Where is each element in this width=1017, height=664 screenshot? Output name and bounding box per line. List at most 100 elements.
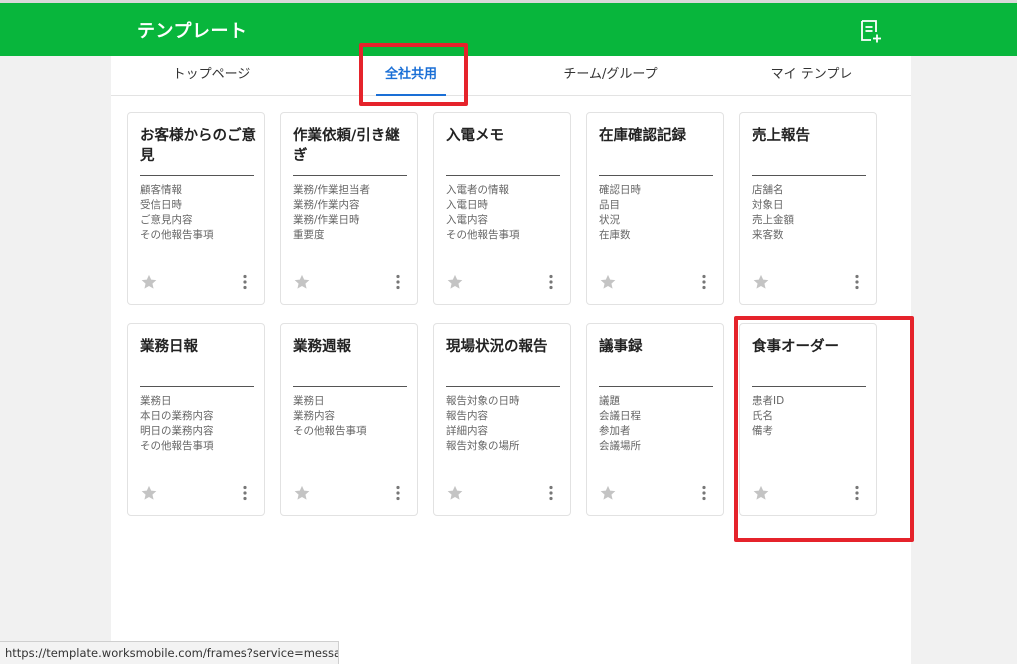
template-field: その他報告事項 — [140, 440, 214, 452]
template-field-list: 店舗名対象日売上金額来客数 — [752, 183, 870, 243]
card-divider — [599, 175, 713, 176]
card-divider — [293, 175, 407, 176]
template-field: 在庫数 — [599, 229, 631, 241]
template-field: 顧客情報 — [140, 184, 182, 196]
template-card[interactable]: 在庫確認記録 確認日時 品目 状況 在庫数 — [586, 112, 724, 305]
card-divider — [140, 386, 254, 387]
star-icon[interactable] — [293, 273, 311, 291]
more-vertical-icon[interactable] — [848, 273, 866, 291]
tab-bar: トップページ 全社共用 チーム/グループ マイ テンプレ — [111, 56, 911, 96]
star-icon[interactable] — [446, 273, 464, 291]
template-field-list: 議題会議日程参加者会議場所 — [599, 394, 717, 454]
template-field: 業務内容 — [293, 410, 335, 422]
tab-team-group[interactable]: チーム/グループ — [533, 56, 688, 95]
template-field: 業務/作業担当者 — [293, 184, 371, 196]
more-vertical-icon[interactable] — [542, 484, 560, 502]
template-card-title: 売上報告 — [752, 128, 810, 144]
template-field: 受信日時 — [140, 199, 182, 211]
card-divider — [446, 175, 560, 176]
template-field-list: 業務日本日の業務内容 明日の業務内容 その他報告事項 — [140, 394, 258, 454]
template-field: 店舗名 — [752, 184, 784, 196]
template-field: 報告対象の場所 — [446, 440, 520, 452]
highlight-box-tab — [359, 43, 468, 106]
template-card[interactable]: 作業依頼/引き継ぎ業務/作業担当者 業務/作業内容 業務/作業日時 重要度 — [280, 112, 418, 305]
more-vertical-icon[interactable] — [695, 484, 713, 502]
star-icon[interactable] — [140, 484, 158, 502]
template-field-list: 報告対象の日時 報告内容詳細内容報告対象の場所 — [446, 394, 564, 454]
note-add-icon — [861, 20, 881, 43]
template-card[interactable]: お客様からのご意見顧客情報受信日時ご意見内容その他報告事項 — [127, 112, 265, 305]
template-field: 会議場所 — [599, 440, 641, 452]
card-divider — [446, 386, 560, 387]
template-card-title: 業務日報 — [140, 339, 198, 355]
more-vertical-icon[interactable] — [236, 484, 254, 502]
template-field: 業務日 — [140, 395, 172, 407]
template-field: 会議日程 — [599, 410, 641, 422]
template-field: ご意見内容 — [140, 214, 193, 226]
template-field: 明日の業務内容 — [140, 425, 214, 437]
template-field: 業務/作業日時 — [293, 214, 360, 226]
template-field: 入電内容 — [446, 214, 488, 226]
template-field: 業務日 — [293, 395, 325, 407]
tab-label: チーム/グループ — [563, 67, 658, 82]
template-card-title: 業務週報 — [293, 339, 351, 355]
template-field: その他報告事項 — [140, 229, 214, 241]
star-icon[interactable] — [752, 273, 770, 291]
template-field: その他報告事項 — [293, 425, 367, 437]
template-field: 売上金額 — [752, 214, 794, 226]
template-field: その他報告事項 — [446, 229, 520, 241]
more-vertical-icon[interactable] — [542, 273, 560, 291]
template-field: 参加者 — [599, 425, 631, 437]
star-icon[interactable] — [599, 273, 617, 291]
more-vertical-icon[interactable] — [695, 273, 713, 291]
tab-label: マイ テンプレ — [770, 67, 853, 82]
template-field-list: 業務日業務内容その他報告事項 — [293, 394, 411, 439]
app-header: テンプレート — [0, 3, 1017, 56]
template-card-title: 議事録 — [599, 339, 643, 355]
tab-top-page[interactable]: トップページ — [134, 56, 289, 95]
more-vertical-icon[interactable] — [236, 273, 254, 291]
status-bar-url: https://template.worksmobile.com/frames?… — [0, 641, 339, 664]
template-card[interactable]: 現場状況の報告報告対象の日時 報告内容詳細内容報告対象の場所 — [433, 323, 571, 516]
star-icon[interactable] — [599, 484, 617, 502]
template-field: 対象日 — [752, 199, 784, 211]
new-template-button[interactable] — [856, 17, 884, 45]
template-card-title: 作業依頼/引き継ぎ — [293, 128, 400, 164]
template-card[interactable]: 業務週報業務日業務内容その他報告事項 — [280, 323, 418, 516]
template-field: 業務/作業内容 — [293, 199, 360, 211]
star-icon[interactable] — [140, 273, 158, 291]
template-card[interactable]: 業務日報業務日本日の業務内容 明日の業務内容 その他報告事項 — [127, 323, 265, 516]
tab-my-templates[interactable]: マイ テンプレ — [734, 56, 889, 95]
template-field: 確認日時 — [599, 184, 641, 196]
more-vertical-icon[interactable] — [389, 273, 407, 291]
star-icon[interactable] — [446, 484, 464, 502]
template-field: 報告内容 — [446, 410, 488, 422]
template-field: 詳細内容 — [446, 425, 488, 437]
highlight-box-card — [734, 316, 914, 542]
template-card-title: 在庫確認記録 — [599, 128, 686, 144]
card-divider — [752, 175, 866, 176]
template-field: 来客数 — [752, 229, 784, 241]
template-field: 入電日時 — [446, 199, 488, 211]
template-card[interactable]: 売上報告店舗名対象日売上金額来客数 — [739, 112, 877, 305]
template-field: 品目 — [599, 199, 620, 211]
star-icon[interactable] — [293, 484, 311, 502]
template-card[interactable]: 議事録議題会議日程参加者会議場所 — [586, 323, 724, 516]
card-divider — [599, 386, 713, 387]
template-card-title: お客様からのご意見 — [140, 128, 256, 164]
template-field-list: 顧客情報受信日時ご意見内容その他報告事項 — [140, 183, 258, 243]
template-field-list: 確認日時 品目 状況 在庫数 — [599, 183, 717, 243]
template-card-title: 現場状況の報告 — [446, 339, 548, 355]
template-field: 報告対象の日時 — [446, 395, 520, 407]
more-vertical-icon[interactable] — [389, 484, 407, 502]
template-field: 重要度 — [293, 229, 325, 241]
template-card[interactable]: 入電メモ 入電者の情報 入電日時 入電内容 その他報告事項 — [433, 112, 571, 305]
tab-label: トップページ — [172, 67, 251, 82]
card-divider — [140, 175, 254, 176]
template-field-list: 入電者の情報 入電日時 入電内容 その他報告事項 — [446, 183, 564, 243]
card-divider — [293, 386, 407, 387]
template-card-title: 入電メモ — [446, 128, 504, 144]
template-field: 本日の業務内容 — [140, 410, 214, 422]
template-field: 議題 — [599, 395, 620, 407]
template-field-list: 業務/作業担当者 業務/作業内容 業務/作業日時 重要度 — [293, 183, 411, 243]
